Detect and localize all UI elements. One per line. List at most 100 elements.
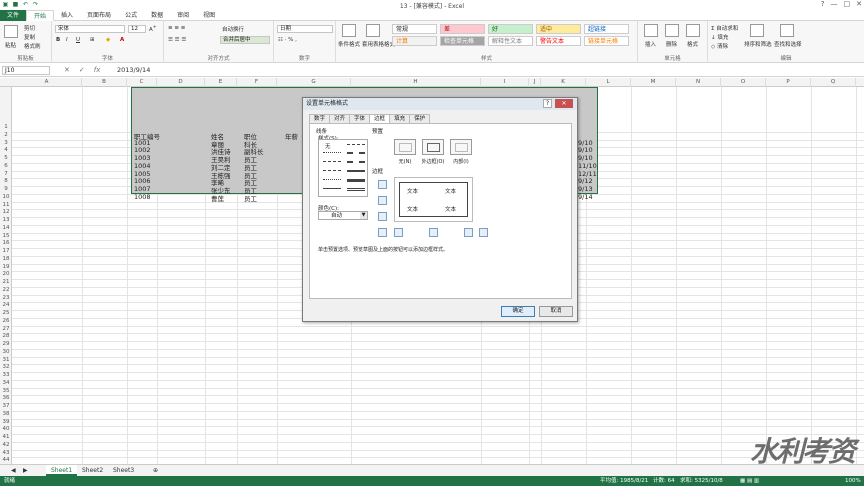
column-header-q[interactable]: Q (811, 78, 856, 87)
column-header-o[interactable]: O (721, 78, 766, 87)
cancel-icon[interactable]: ✕ (64, 66, 70, 74)
fill-button[interactable]: ↓ 填充 (711, 33, 728, 41)
line-style-medium-dashdot[interactable] (347, 161, 365, 163)
cancel-button[interactable]: 取消 (539, 306, 573, 317)
line-style-dashed-1[interactable] (323, 161, 341, 162)
minimize-button[interactable]: — (831, 0, 838, 8)
table-cell[interactable]: 员工 (244, 193, 257, 203)
cell-style-9[interactable]: 链接单元格 (584, 36, 629, 46)
view-buttons[interactable]: ▦ ▤ ▥ (740, 476, 759, 486)
zoom-level[interactable]: 100% (845, 476, 861, 486)
row-header-8[interactable]: 8 (0, 178, 12, 186)
row-header-39[interactable]: 39 (0, 419, 12, 427)
cell-style-0[interactable]: 常规 (392, 24, 437, 34)
number-format-select[interactable]: 日期 (277, 25, 333, 33)
row-header-7[interactable]: 7 (0, 171, 12, 179)
row-header-6[interactable]: 6 (0, 163, 12, 171)
line-style-dashdot[interactable] (347, 144, 365, 145)
cell-style-1[interactable]: 差 (440, 24, 485, 34)
row-header-3[interactable]: 3 (0, 140, 12, 148)
line-style-medium[interactable] (347, 170, 365, 172)
paste-icon[interactable] (4, 25, 18, 38)
ok-button[interactable]: 确定 (501, 306, 535, 317)
row-header-28[interactable]: 28 (0, 333, 12, 341)
column-header-b[interactable]: B (82, 78, 127, 87)
tab-fill[interactable]: 填充 (389, 114, 411, 123)
cell-style-2[interactable]: 好 (488, 24, 533, 34)
row-header-26[interactable]: 26 (0, 318, 12, 326)
conditional-format-icon[interactable] (342, 24, 356, 37)
column-header-n[interactable]: N (676, 78, 721, 87)
column-header-r[interactable]: R (856, 78, 864, 87)
tab-insert[interactable]: 插入 (54, 10, 80, 21)
column-header-j[interactable]: J (529, 78, 541, 87)
grow-font-icon[interactable]: A+ (149, 25, 157, 33)
row-header-4[interactable]: 4 (0, 147, 12, 155)
sheet-tab-3[interactable]: Sheet3 (108, 465, 139, 476)
close-button[interactable]: ✕ (856, 0, 862, 8)
row-header-1[interactable]: 1 (0, 124, 12, 132)
table-cell[interactable]: 1008 (134, 193, 151, 201)
tab-data[interactable]: 数据 (144, 10, 170, 21)
insert-cells-icon[interactable] (644, 24, 658, 37)
line-style-list[interactable]: 无 (318, 139, 368, 197)
clear-button[interactable]: ◇ 清除 (711, 42, 728, 50)
maximize-button[interactable]: □ (844, 0, 851, 8)
column-header-d[interactable]: D (157, 78, 205, 87)
row-header-17[interactable]: 17 (0, 248, 12, 256)
fill-color-icon[interactable]: ◆ (106, 37, 110, 43)
line-color-select[interactable]: 自动 ▼ (318, 211, 368, 220)
row-header-11[interactable]: 11 (0, 202, 12, 210)
column-header-f[interactable]: F (237, 78, 277, 87)
row-header-20[interactable]: 20 (0, 271, 12, 279)
sheet-tab-2[interactable]: Sheet2 (77, 465, 108, 476)
format-as-table-icon[interactable] (366, 24, 380, 37)
column-header-l[interactable]: L (586, 78, 631, 87)
tab-protection[interactable]: 保护 (409, 114, 431, 123)
table-header-cell[interactable]: 年薪 (285, 131, 298, 141)
border-diagonal-down-button[interactable] (479, 228, 488, 237)
line-style-medium-dash[interactable] (347, 152, 365, 154)
column-header-k[interactable]: K (541, 78, 586, 87)
tab-formulas[interactable]: 公式 (118, 10, 144, 21)
border-right-button[interactable] (464, 228, 473, 237)
border-diagonal-up-button[interactable] (378, 228, 387, 237)
sort-filter-button[interactable]: 排序和筛选 (744, 40, 772, 48)
row-header-10[interactable]: 10 (0, 194, 12, 202)
row-header-13[interactable]: 13 (0, 217, 12, 225)
row-header-12[interactable]: 12 (0, 209, 12, 217)
tab-alignment[interactable]: 对齐 (329, 114, 351, 123)
sheet-nav-next-icon[interactable]: ▶ (18, 465, 33, 476)
row-header-29[interactable]: 29 (0, 341, 12, 349)
row-header-30[interactable]: 30 (0, 349, 12, 357)
tab-review[interactable]: 审阅 (170, 10, 196, 21)
tab-font[interactable]: 字体 (349, 114, 371, 123)
formula-input[interactable]: 2013/9/14 (117, 66, 150, 74)
row-header-14[interactable]: 14 (0, 225, 12, 233)
wrap-text-button[interactable]: 自动换行 (222, 25, 244, 33)
font-size-select[interactable]: 12 (128, 25, 146, 33)
row-header-35[interactable]: 35 (0, 388, 12, 396)
column-header-p[interactable]: P (766, 78, 811, 87)
row-header-24[interactable]: 24 (0, 302, 12, 310)
column-header-e[interactable]: E (205, 78, 237, 87)
percent-icon[interactable]: ☷ · % , (278, 37, 297, 43)
row-header-42[interactable]: 42 (0, 442, 12, 450)
row-header-32[interactable]: 32 (0, 364, 12, 372)
border-middle-button[interactable] (378, 196, 387, 205)
row-header-43[interactable]: 43 (0, 450, 12, 458)
bold-button[interactable]: B (56, 37, 60, 43)
row-header-40[interactable]: 40 (0, 426, 12, 434)
underline-button[interactable]: U (76, 37, 80, 43)
preset-none-button[interactable] (394, 139, 416, 155)
row-header-41[interactable]: 41 (0, 434, 12, 442)
row-header-19[interactable]: 19 (0, 264, 12, 272)
border-preview[interactable]: 文本 文本 文本 文本 (394, 177, 473, 222)
cell-style-8[interactable]: 警告文本 (536, 36, 581, 46)
align-top-icon[interactable]: ≡ ≡ ≡ (168, 25, 185, 31)
format-cells-button[interactable]: 格式 (687, 40, 698, 48)
row-header-38[interactable]: 38 (0, 411, 12, 419)
sort-filter-icon[interactable] (750, 24, 764, 37)
insert-cells-button[interactable]: 插入 (645, 40, 656, 48)
line-style-dashed-2[interactable] (323, 170, 341, 171)
